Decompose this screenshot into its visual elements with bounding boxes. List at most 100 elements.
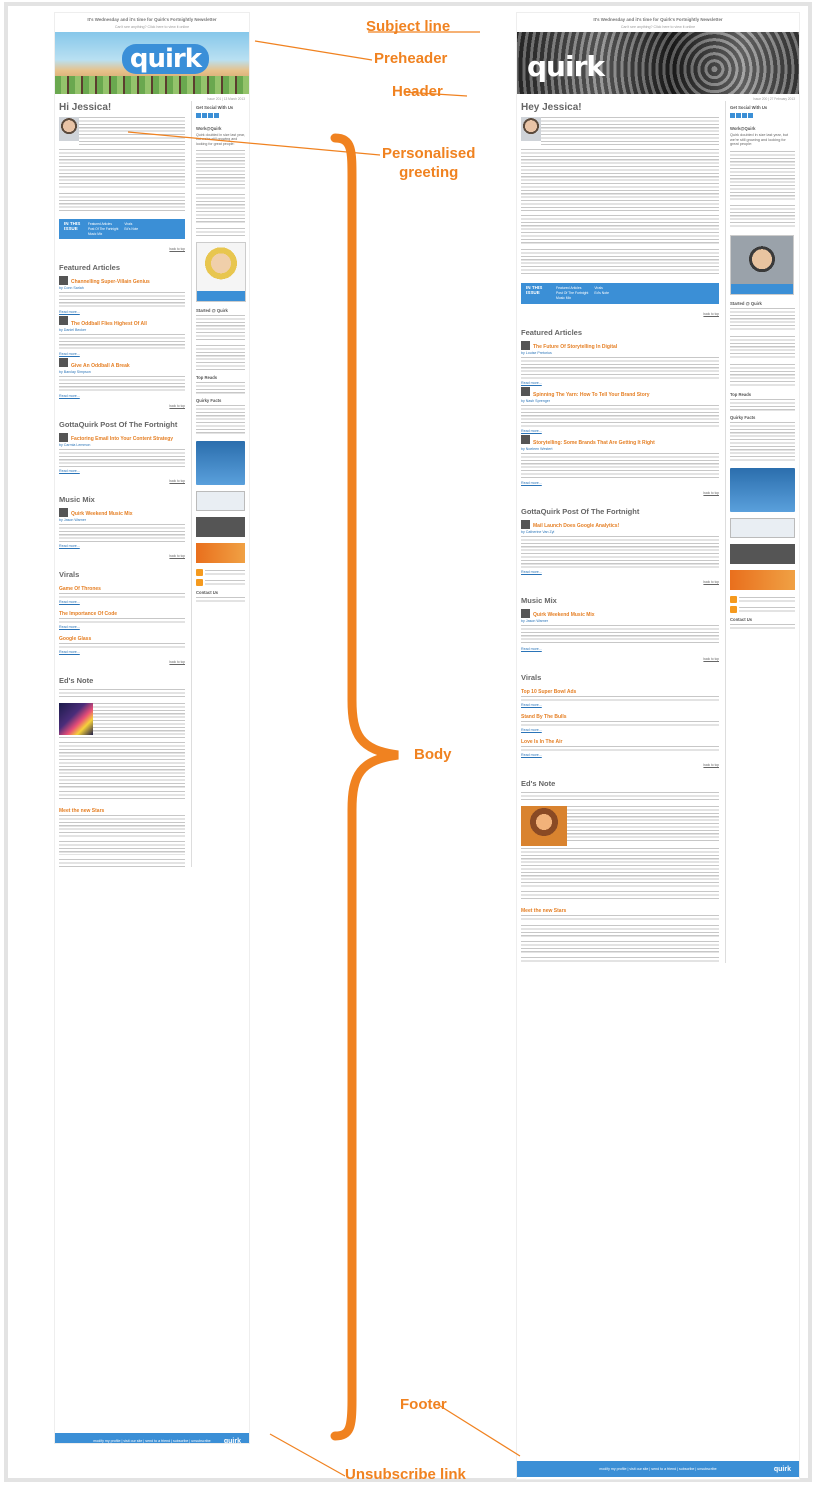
article-author[interactable]: by Nash Sprenger bbox=[521, 399, 719, 403]
read-more-link[interactable]: Read more... bbox=[521, 481, 719, 485]
back-to-top-link[interactable]: back to top bbox=[59, 554, 185, 558]
viral-title[interactable]: The Importance Of Code bbox=[59, 611, 185, 617]
article-title[interactable]: Mail Launch Does Google Analytics! bbox=[521, 523, 719, 529]
read-more-link[interactable]: Read more... bbox=[521, 381, 719, 385]
side-text bbox=[196, 382, 245, 395]
article-title[interactable]: Spinning The Yarn: How To Tell Your Bran… bbox=[521, 392, 719, 398]
watch-link[interactable]: Read more... bbox=[521, 753, 719, 757]
ed-text bbox=[521, 848, 719, 889]
social-icons[interactable] bbox=[730, 112, 795, 122]
read-more-link[interactable]: Read more... bbox=[59, 469, 185, 473]
rss-feed[interactable] bbox=[730, 606, 795, 614]
work-text: Quirk doubled in size last year, but we'… bbox=[730, 133, 789, 147]
back-to-top-link[interactable]: back to top bbox=[59, 247, 185, 251]
footer-links[interactable]: modify my profile | visit our site | sen… bbox=[599, 1467, 716, 1471]
back-to-top-link[interactable]: back to top bbox=[59, 660, 185, 664]
issue-link[interactable]: Music Mix bbox=[88, 232, 118, 237]
job-links[interactable] bbox=[196, 194, 245, 225]
article-title[interactable]: The Oddball Flies Highest Of All bbox=[59, 321, 185, 327]
emarketing-badge[interactable] bbox=[196, 491, 245, 512]
back-to-top-link[interactable]: back to top bbox=[521, 580, 719, 584]
intro-text bbox=[541, 117, 719, 145]
quote-text bbox=[59, 859, 185, 868]
intro-text bbox=[521, 215, 719, 245]
watch-link[interactable]: Read more... bbox=[521, 703, 719, 707]
quirk-hello-ad[interactable] bbox=[196, 543, 245, 564]
viral-title[interactable]: Game Of Thrones bbox=[59, 586, 185, 592]
rss-feed[interactable] bbox=[196, 579, 245, 587]
article-title[interactable]: Storytelling: Some Brands That Are Getti… bbox=[521, 440, 719, 446]
article-title[interactable]: Channelling Super-Villain Genius bbox=[59, 279, 185, 285]
ed-text bbox=[521, 941, 719, 954]
article-title[interactable]: Quirk Weekend Music Mix bbox=[521, 612, 719, 618]
staff-portrait bbox=[196, 242, 246, 303]
rss-feed[interactable] bbox=[196, 569, 245, 577]
article-text bbox=[59, 334, 185, 351]
watch-link[interactable]: Read more... bbox=[59, 600, 185, 604]
read-more-link[interactable]: Read more... bbox=[59, 544, 185, 548]
job-links[interactable] bbox=[730, 151, 795, 202]
read-more-link[interactable]: Read more... bbox=[59, 352, 185, 356]
issue-link[interactable]: Music Mix bbox=[556, 296, 588, 301]
issue-link[interactable]: Ed's Note bbox=[124, 227, 138, 232]
preheader-text[interactable]: Can't see anything? Click here to view i… bbox=[55, 25, 249, 29]
quirk-hello-ad[interactable] bbox=[730, 570, 795, 591]
viral-title[interactable]: Google Glass bbox=[59, 636, 185, 642]
article-author[interactable]: by Jason Warner bbox=[521, 619, 719, 623]
emarketing-ad[interactable] bbox=[196, 441, 245, 486]
read-more-link[interactable]: Read more... bbox=[521, 429, 719, 433]
read-more-link[interactable]: Read more... bbox=[59, 310, 185, 314]
article-author[interactable]: by Conn Sarlah bbox=[59, 286, 185, 290]
back-to-top-link[interactable]: back to top bbox=[521, 491, 719, 495]
viral-text bbox=[521, 696, 719, 702]
download-searchstatus-ad[interactable] bbox=[730, 544, 795, 565]
article-author[interactable]: by Jason Warner bbox=[59, 518, 185, 522]
side-text bbox=[730, 422, 795, 463]
job-links[interactable] bbox=[196, 228, 245, 237]
social-icons[interactable] bbox=[196, 112, 245, 122]
article-title[interactable]: Give An Oddball A Break bbox=[59, 363, 185, 369]
watch-link[interactable]: Read more... bbox=[59, 625, 185, 629]
download-searchstatus-ad[interactable] bbox=[196, 517, 245, 538]
emarketing-badge[interactable] bbox=[730, 518, 795, 539]
back-to-top-link[interactable]: back to top bbox=[521, 312, 719, 316]
read-more-link[interactable]: Read more... bbox=[59, 394, 185, 398]
intro-text bbox=[521, 149, 719, 211]
article-author[interactable]: by Carmia Lemmon bbox=[59, 443, 185, 447]
back-to-top-link[interactable]: back to top bbox=[59, 479, 185, 483]
back-to-top-link[interactable]: back to top bbox=[521, 763, 719, 767]
watch-link[interactable]: Read more... bbox=[59, 650, 185, 654]
back-to-top-link[interactable]: back to top bbox=[59, 404, 185, 408]
article-title[interactable]: Quirk Weekend Music Mix bbox=[59, 511, 185, 517]
contact-heading: Contact Us bbox=[730, 617, 753, 623]
side-text bbox=[730, 399, 795, 412]
issue-link[interactable]: Post Of The Fortnight bbox=[88, 227, 118, 232]
viral-title[interactable]: Stand By The Bulls bbox=[521, 714, 719, 720]
article-title[interactable]: The Future Of Storytelling In Digital bbox=[521, 344, 719, 350]
preheader-text[interactable]: Can't see anything? Click here to view i… bbox=[517, 25, 799, 29]
issue-link[interactable]: Ed's Note bbox=[594, 291, 609, 296]
footer-bar: modify my profile | visit our site | sen… bbox=[517, 1461, 799, 1477]
watch-link[interactable]: Read more... bbox=[521, 728, 719, 732]
footer-links[interactable]: modify my profile | visit our site | sen… bbox=[93, 1439, 210, 1443]
read-more-link[interactable]: Read more... bbox=[521, 647, 719, 651]
article-author[interactable]: by Catherine Van Zyl bbox=[521, 530, 719, 534]
article-text bbox=[59, 524, 185, 543]
article-author[interactable]: by Louise Pretorius bbox=[521, 351, 719, 355]
article-author[interactable]: by Noeleen Westert bbox=[521, 447, 719, 451]
viral-text bbox=[59, 643, 185, 649]
intro-text bbox=[59, 193, 185, 211]
viral-title[interactable]: Top 10 Super Bowl Ads bbox=[521, 689, 719, 695]
emarketing-ad[interactable] bbox=[730, 468, 795, 513]
article-author[interactable]: by Daniel Becker bbox=[59, 328, 185, 332]
job-links[interactable] bbox=[730, 205, 795, 230]
rss-feed[interactable] bbox=[730, 596, 795, 604]
article-title[interactable]: Factoring Email Into Your Content Strate… bbox=[59, 436, 185, 442]
viral-title[interactable]: Love Is In The Air bbox=[521, 739, 719, 745]
section-title: GottaQuirk Post Of The Fortnight bbox=[521, 507, 640, 517]
section-title: GottaQuirk Post Of The Fortnight bbox=[59, 420, 178, 430]
article-author[interactable]: by Barclay Simpson bbox=[59, 370, 185, 374]
job-links[interactable] bbox=[196, 150, 245, 191]
read-more-link[interactable]: Read more... bbox=[521, 570, 719, 574]
back-to-top-link[interactable]: back to top bbox=[521, 657, 719, 661]
